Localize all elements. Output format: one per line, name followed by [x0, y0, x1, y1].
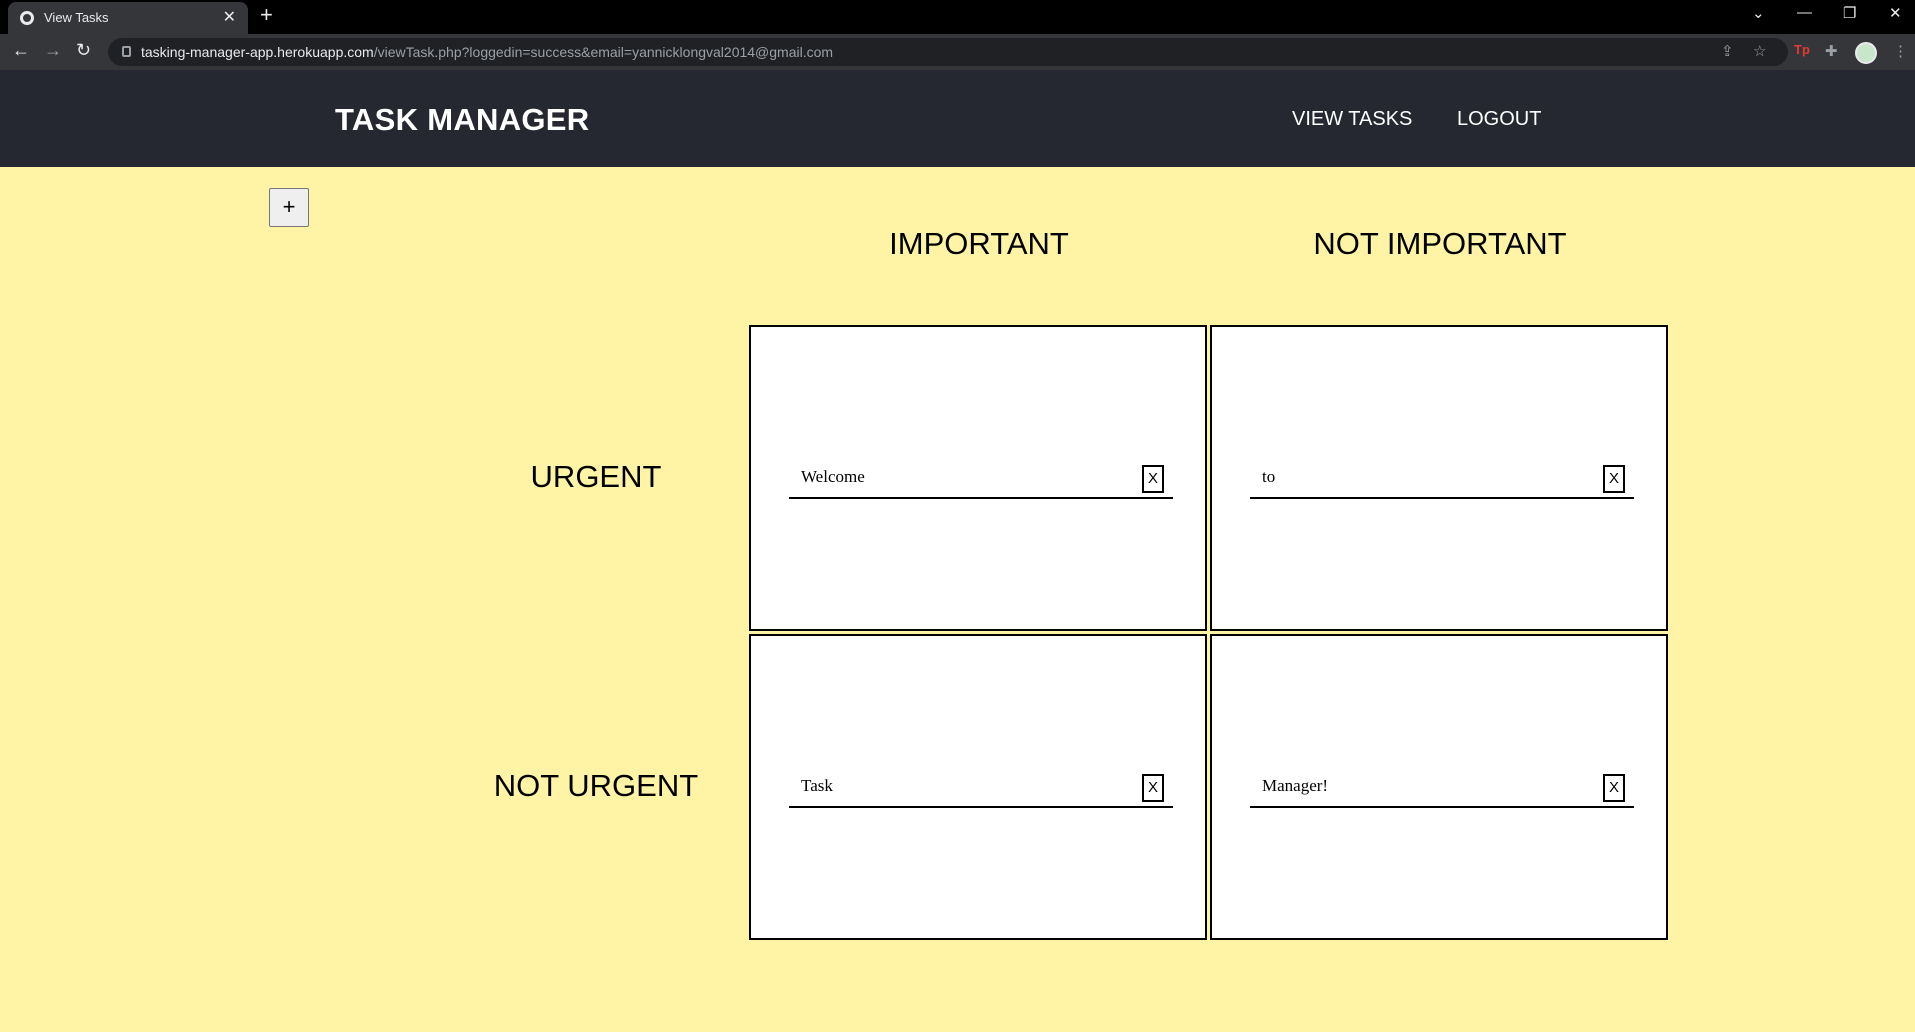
address-bar[interactable]: tasking-manager-app.herokuapp.com/viewTa… — [108, 38, 1788, 66]
tab-title: View Tasks — [44, 10, 109, 25]
url-text: tasking-manager-app.herokuapp.com/viewTa… — [141, 44, 833, 60]
back-icon[interactable]: ← — [12, 40, 30, 61]
task-item: Welcome X — [789, 457, 1173, 499]
minimize-icon[interactable]: — — [1797, 4, 1812, 21]
add-task-button[interactable]: + — [269, 188, 309, 227]
cell-not-urgent-not-important: Manager! X — [1210, 634, 1668, 940]
delete-task-button[interactable]: X — [1603, 774, 1625, 802]
task-text[interactable]: to — [1262, 467, 1275, 487]
browser-tab-strip: View Tasks ✕ + ⌄ — ❐ ✕ — [0, 0, 1915, 34]
nav-view-tasks[interactable]: VIEW TASKS — [1292, 108, 1412, 131]
delete-task-button[interactable]: X — [1142, 465, 1164, 493]
globe-icon — [20, 11, 34, 25]
task-item: Manager! X — [1250, 766, 1634, 808]
url-host: tasking-manager-app.herokuapp.com — [141, 44, 374, 60]
extension-tp-icon[interactable]: Tp — [1794, 42, 1810, 57]
tab-search-icon[interactable]: ⌄ — [1752, 4, 1765, 22]
browser-toolbar: ← → ↻ tasking-manager-app.herokuapp.com/… — [0, 34, 1915, 70]
row-header-not-urgent: NOT URGENT — [493, 768, 699, 803]
cell-urgent-important: Welcome X — [749, 325, 1207, 631]
cell-urgent-not-important: to X — [1210, 325, 1668, 631]
bookmark-star-icon[interactable]: ☆ — [1753, 42, 1766, 60]
reload-icon[interactable]: ↻ — [76, 40, 91, 61]
url-path: /viewTask.php?loggedin=success&email=yan… — [373, 44, 834, 60]
nav-logout[interactable]: LOGOUT — [1457, 108, 1541, 131]
lock-icon — [122, 46, 131, 57]
column-header-not-important: NOT IMPORTANT — [1313, 226, 1567, 261]
column-header-important: IMPORTANT — [889, 226, 1069, 261]
profile-avatar[interactable] — [1855, 42, 1877, 64]
close-window-icon[interactable]: ✕ — [1889, 4, 1902, 22]
app-header: TASK MANAGER VIEW TASKS LOGOUT — [0, 70, 1915, 167]
delete-task-button[interactable]: X — [1603, 465, 1625, 493]
extensions-puzzle-icon[interactable]: ✚ — [1825, 42, 1838, 60]
new-tab-icon[interactable]: + — [260, 2, 273, 28]
delete-task-button[interactable]: X — [1142, 774, 1164, 802]
task-text[interactable]: Manager! — [1262, 776, 1328, 796]
row-header-urgent: URGENT — [530, 459, 662, 494]
forward-icon[interactable]: → — [44, 40, 62, 61]
task-text[interactable]: Welcome — [801, 467, 865, 487]
task-item: Task X — [789, 766, 1173, 808]
restore-icon[interactable]: ❐ — [1843, 4, 1856, 22]
menu-kebab-icon[interactable]: ⋮ — [1893, 42, 1908, 60]
task-text[interactable]: Task — [801, 776, 833, 796]
task-item: to X — [1250, 457, 1634, 499]
share-icon[interactable]: ⇪ — [1721, 42, 1734, 60]
cell-not-urgent-important: Task X — [749, 634, 1207, 940]
brand-title[interactable]: TASK MANAGER — [335, 102, 589, 138]
tab-close-icon[interactable]: ✕ — [223, 7, 236, 27]
browser-tab[interactable]: View Tasks ✕ — [8, 2, 248, 34]
